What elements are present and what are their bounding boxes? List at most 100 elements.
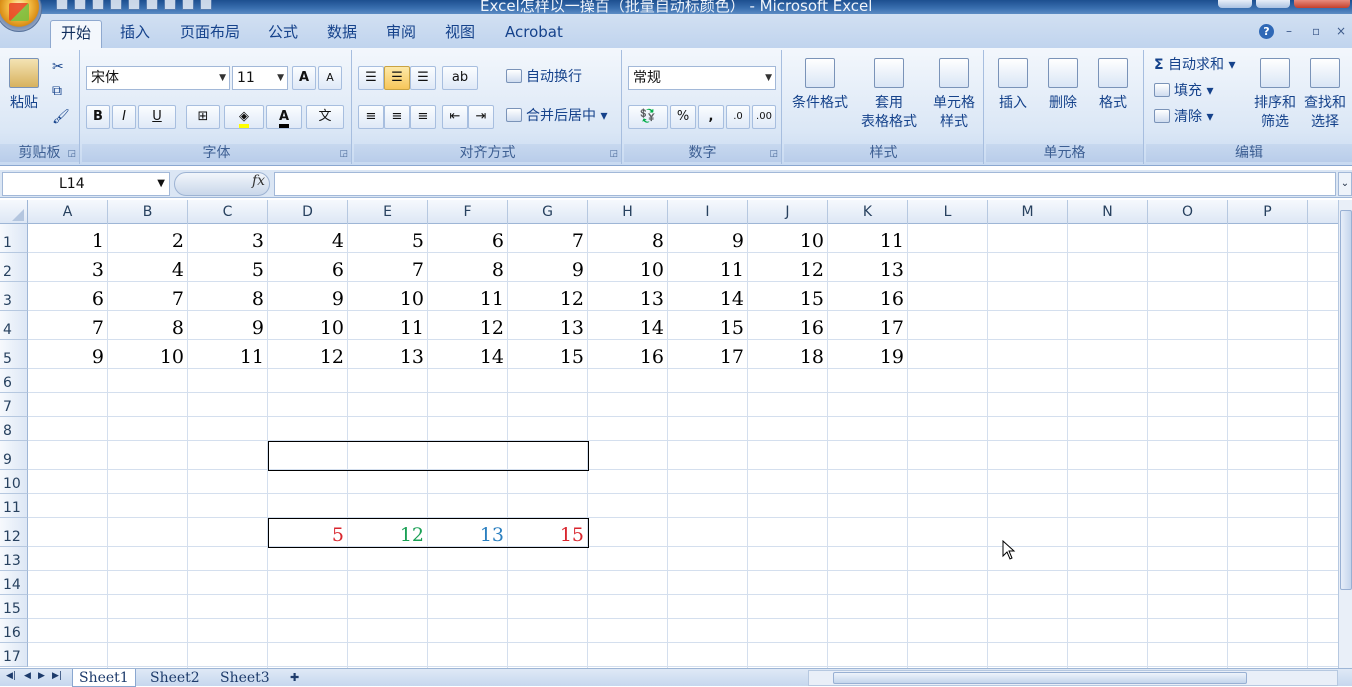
row-header-15[interactable]: 15: [0, 595, 28, 619]
format-painter-icon[interactable]: 🖌: [52, 106, 70, 128]
close-button[interactable]: [1294, 0, 1350, 8]
cell-g3[interactable]: 12: [508, 282, 588, 311]
last-sheet-icon[interactable]: ▶|: [52, 671, 62, 681]
cell-d2[interactable]: 6: [268, 253, 348, 282]
insert-sheet-icon[interactable]: ✚: [284, 669, 305, 687]
cell-styles-button[interactable]: 单元格 样式: [926, 58, 982, 132]
row-header-3[interactable]: 3: [0, 282, 28, 311]
cell-e1[interactable]: 5: [348, 224, 428, 253]
phonetic-button[interactable]: 文: [306, 105, 344, 129]
cell-d4[interactable]: 10: [268, 311, 348, 340]
email-icon[interactable]: [164, 0, 176, 10]
column-header-b[interactable]: B: [108, 200, 188, 224]
cell-i4[interactable]: 15: [668, 311, 748, 340]
cell-a2[interactable]: 3: [28, 253, 108, 282]
next-sheet-icon[interactable]: ▶: [38, 671, 45, 681]
sheet-tab-1[interactable]: Sheet1: [72, 669, 136, 687]
cell-h4[interactable]: 14: [588, 311, 668, 340]
column-header-f[interactable]: F: [428, 200, 508, 224]
cell-c2[interactable]: 5: [188, 253, 268, 282]
font-name-select[interactable]: 宋体 ▼: [86, 66, 230, 90]
decrease-decimal-button[interactable]: .00: [752, 105, 776, 129]
merge-center-button[interactable]: 合并后居中 ▾: [506, 105, 607, 127]
conditional-format-button[interactable]: 条件格式: [788, 58, 852, 113]
autosum-button[interactable]: Σ 自动求和 ▾: [1154, 54, 1236, 76]
new-icon[interactable]: [128, 0, 140, 10]
cell-c3[interactable]: 8: [188, 282, 268, 311]
cell-j3[interactable]: 15: [748, 282, 828, 311]
find-select-button[interactable]: 查找和 选择: [1300, 58, 1350, 132]
delete-cells-button[interactable]: 删除: [1040, 58, 1086, 113]
insert-cells-button[interactable]: 插入: [990, 58, 1036, 113]
quick-access-toolbar[interactable]: [56, 0, 212, 12]
tab-formulas[interactable]: 公式: [258, 20, 308, 48]
prev-sheet-icon[interactable]: ◀: [24, 671, 31, 681]
cell-f12[interactable]: 13: [428, 518, 508, 547]
tab-home[interactable]: 开始: [50, 20, 103, 48]
spelling-icon[interactable]: [200, 0, 212, 10]
paste-button[interactable]: 粘贴: [4, 58, 44, 113]
cell-d12[interactable]: 5: [268, 518, 348, 547]
help-icon[interactable]: ?: [1259, 24, 1274, 39]
cell-f2[interactable]: 8: [428, 253, 508, 282]
shrink-font-button[interactable]: A: [318, 66, 342, 90]
column-header-i[interactable]: I: [668, 200, 748, 224]
first-sheet-icon[interactable]: ◀|: [6, 671, 16, 681]
alignment-launcher-icon[interactable]: ◲: [609, 149, 618, 159]
horizontal-scroll-thumb[interactable]: [833, 672, 1247, 684]
cut-icon[interactable]: ✂: [52, 56, 64, 78]
cell-i2[interactable]: 11: [668, 253, 748, 282]
row-header-8[interactable]: 8: [0, 417, 28, 441]
tab-data[interactable]: 数据: [317, 20, 367, 48]
font-color-button[interactable]: A: [266, 105, 302, 129]
align-right-button[interactable]: ≡: [410, 105, 436, 129]
cell-b1[interactable]: 2: [108, 224, 188, 253]
wrap-text-button[interactable]: 自动换行: [506, 66, 582, 88]
cell-h1[interactable]: 8: [588, 224, 668, 253]
cell-k2[interactable]: 13: [828, 253, 908, 282]
column-header-d[interactable]: D: [268, 200, 348, 224]
cell-d1[interactable]: 4: [268, 224, 348, 253]
tab-acrobat[interactable]: Acrobat: [495, 20, 573, 48]
bold-button[interactable]: B: [86, 105, 110, 129]
fill-color-button[interactable]: ◈: [224, 105, 264, 129]
number-format-select[interactable]: 常规 ▼: [628, 66, 776, 90]
comma-button[interactable]: ,: [698, 105, 724, 129]
row-header-2[interactable]: 2: [0, 253, 28, 282]
insert-function-icon[interactable]: fx: [252, 173, 265, 189]
tab-review[interactable]: 审阅: [376, 20, 426, 48]
cell-j5[interactable]: 18: [748, 340, 828, 369]
currency-button[interactable]: 💱: [628, 105, 668, 129]
cell-e3[interactable]: 10: [348, 282, 428, 311]
row-header-12[interactable]: 12: [0, 518, 28, 547]
align-left-button[interactable]: ≡: [358, 105, 384, 129]
cell-h2[interactable]: 10: [588, 253, 668, 282]
cell-c4[interactable]: 9: [188, 311, 268, 340]
print-preview-icon[interactable]: [110, 0, 122, 10]
workbook-restore-icon[interactable]: ▫: [1312, 24, 1320, 38]
border-button[interactable]: ⊞: [186, 105, 220, 129]
number-launcher-icon[interactable]: ◲: [769, 149, 778, 159]
save-icon[interactable]: [56, 0, 68, 10]
row-header-9[interactable]: 9: [0, 441, 28, 470]
underline-button[interactable]: U: [138, 105, 176, 129]
cell-f5[interactable]: 14: [428, 340, 508, 369]
italic-button[interactable]: I: [112, 105, 136, 129]
column-header-c[interactable]: C: [188, 200, 268, 224]
sheet-tab-3[interactable]: Sheet3: [214, 669, 276, 687]
cell-h5[interactable]: 16: [588, 340, 668, 369]
cell-i1[interactable]: 9: [668, 224, 748, 253]
cell-a3[interactable]: 6: [28, 282, 108, 311]
orientation-button[interactable]: ab: [442, 66, 478, 90]
expand-formula-bar-icon[interactable]: ⌄: [1338, 172, 1352, 196]
row-header-4[interactable]: 4: [0, 311, 28, 340]
cell-i3[interactable]: 14: [668, 282, 748, 311]
cell-k3[interactable]: 16: [828, 282, 908, 311]
cell-f1[interactable]: 6: [428, 224, 508, 253]
maximize-button[interactable]: [1256, 0, 1290, 8]
column-header-p[interactable]: P: [1228, 200, 1308, 224]
cell-g1[interactable]: 7: [508, 224, 588, 253]
align-center-button[interactable]: ≡: [384, 105, 410, 129]
column-header-h[interactable]: H: [588, 200, 668, 224]
sort-filter-button[interactable]: 排序和 筛选: [1250, 58, 1300, 132]
